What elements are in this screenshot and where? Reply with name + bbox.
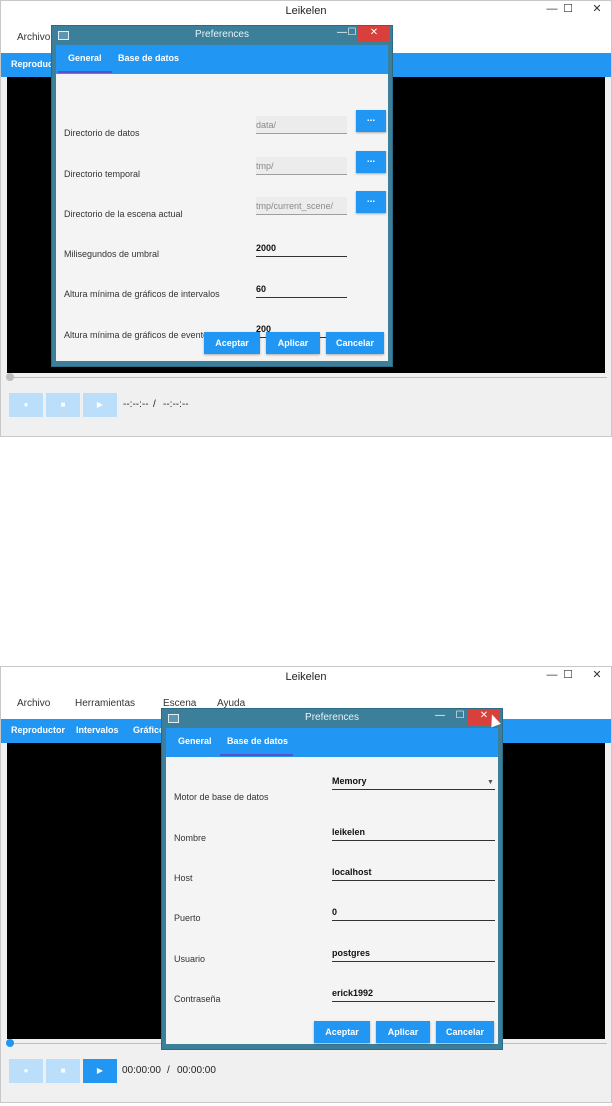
tab-base-de-datos[interactable]: Base de datos bbox=[227, 736, 288, 746]
record-button[interactable]: ● bbox=[9, 393, 43, 417]
label-altura-eventos: Altura mínima de gráficos de eventos bbox=[64, 330, 213, 340]
maximize-button[interactable]: ☐ bbox=[555, 667, 581, 685]
dialog-close-button[interactable]: ✕ bbox=[358, 26, 390, 42]
label-motor: Motor de base de datos bbox=[174, 792, 269, 802]
record-icon: ● bbox=[23, 1066, 29, 1075]
cancelar-button[interactable]: Cancelar bbox=[326, 332, 384, 354]
main-window-database: Leikelen — ☐ ✕ Archivo Herramientas Esce… bbox=[0, 666, 612, 1103]
seek-slider-thumb[interactable] bbox=[6, 1039, 14, 1047]
label-usuario: Usuario bbox=[174, 954, 206, 964]
tab-reproductor[interactable]: Reproductor bbox=[11, 725, 65, 735]
preferences-tab-bar: General Base de datos bbox=[56, 45, 388, 74]
stop-button[interactable]: ■ bbox=[46, 1059, 80, 1083]
label-altura-intervalos: Altura mínima de gráficos de intervalos bbox=[64, 289, 220, 299]
preferences-dialog: Preferences — ☐ ✕ General Base de datos … bbox=[51, 25, 393, 367]
field-nombre[interactable]: leikelen bbox=[332, 823, 495, 841]
dialog-maximize-button[interactable]: ☐ bbox=[450, 709, 470, 725]
play-icon: ▶ bbox=[96, 400, 104, 409]
title-bar: Leikelen — ☐ ✕ bbox=[1, 1, 611, 23]
time-separator: / bbox=[153, 399, 156, 410]
record-icon: ● bbox=[23, 400, 29, 409]
field-directorio-datos[interactable]: data/ bbox=[256, 116, 347, 134]
aplicar-button[interactable]: Aplicar bbox=[376, 1021, 430, 1043]
preferences-tab-bar: General Base de datos bbox=[166, 728, 498, 757]
tab-base-de-datos[interactable]: Base de datos bbox=[118, 53, 179, 63]
browse-temporal-button[interactable]: ... bbox=[356, 151, 386, 173]
field-milisegundos-umbral[interactable]: 2000 bbox=[256, 239, 347, 257]
menu-herramientas[interactable]: Herramientas bbox=[75, 698, 135, 709]
stop-icon: ■ bbox=[60, 400, 66, 409]
current-time: 00:00:00 bbox=[122, 1065, 161, 1076]
aplicar-button[interactable]: Aplicar bbox=[266, 332, 320, 354]
label-contrasena: Contraseña bbox=[174, 994, 221, 1004]
menu-archivo[interactable]: Archivo bbox=[17, 32, 50, 43]
record-button[interactable]: ● bbox=[9, 1059, 43, 1083]
main-window-general: Leikelen — ☐ ✕ Archivo Reproduc ● ■ ▶ --… bbox=[0, 0, 612, 437]
menu-archivo[interactable]: Archivo bbox=[17, 698, 50, 709]
stop-button[interactable]: ■ bbox=[46, 393, 80, 417]
tab-general[interactable]: General bbox=[178, 736, 212, 746]
field-altura-intervalos[interactable]: 60 bbox=[256, 280, 347, 298]
play-button[interactable]: ▶ bbox=[83, 393, 117, 417]
select-motor[interactable]: Memory bbox=[332, 772, 495, 790]
label-directorio-escena: Directorio de la escena actual bbox=[64, 209, 183, 219]
chevron-down-icon[interactable]: ▼ bbox=[487, 779, 494, 786]
dialog-minimize-button[interactable]: — bbox=[430, 709, 450, 725]
field-puerto[interactable]: 0 bbox=[332, 903, 495, 921]
field-usuario[interactable]: postgres bbox=[332, 944, 495, 962]
browse-datos-button[interactable]: ... bbox=[356, 110, 386, 132]
current-time: --:--:-- bbox=[123, 399, 149, 410]
tab-general[interactable]: General bbox=[68, 53, 102, 63]
stop-icon: ■ bbox=[60, 1066, 66, 1075]
time-separator: / bbox=[167, 1065, 170, 1076]
cancelar-button[interactable]: Cancelar bbox=[436, 1021, 494, 1043]
active-tab-indicator bbox=[58, 71, 112, 73]
dialog-body: General Base de datos Motor de base de d… bbox=[166, 728, 498, 1044]
maximize-button[interactable]: ☐ bbox=[555, 1, 581, 19]
play-icon: ▶ bbox=[96, 1066, 104, 1075]
total-time: --:--:-- bbox=[163, 399, 189, 410]
window-title: Leikelen bbox=[285, 671, 327, 683]
field-directorio-temporal[interactable]: tmp/ bbox=[256, 157, 347, 175]
dialog-body: General Base de datos Directorio de dato… bbox=[56, 45, 388, 361]
label-nombre: Nombre bbox=[174, 833, 207, 843]
play-button[interactable]: ▶ bbox=[83, 1059, 117, 1083]
aceptar-button[interactable]: Aceptar bbox=[314, 1021, 370, 1043]
tab-reproductor[interactable]: Reproduc bbox=[11, 59, 53, 69]
field-directorio-escena[interactable]: tmp/current_scene/ bbox=[256, 197, 347, 215]
close-button[interactable]: ✕ bbox=[584, 1, 610, 19]
label-puerto: Puerto bbox=[174, 913, 201, 923]
title-bar: Leikelen — ☐ ✕ bbox=[1, 667, 611, 689]
field-contrasena[interactable]: erick1992 bbox=[332, 984, 495, 1002]
label-host: Host bbox=[174, 873, 193, 883]
active-tab-indicator bbox=[220, 754, 293, 756]
total-time: 00:00:00 bbox=[177, 1065, 216, 1076]
seek-slider[interactable] bbox=[9, 377, 607, 378]
aceptar-button[interactable]: Aceptar bbox=[204, 332, 260, 354]
preferences-dialog: Preferences — ☐ ✕ General Base de datos … bbox=[161, 708, 503, 1050]
field-host[interactable]: localhost bbox=[332, 863, 495, 881]
label-milisegundos-umbral: Milisegundos de umbral bbox=[64, 249, 160, 259]
label-directorio-datos: Directorio de datos bbox=[64, 128, 140, 138]
browse-escena-button[interactable]: ... bbox=[356, 191, 386, 213]
select-motor-value: Memory bbox=[332, 776, 367, 786]
close-button[interactable]: ✕ bbox=[584, 667, 610, 685]
window-title: Leikelen bbox=[285, 5, 327, 17]
label-directorio-temporal: Directorio temporal bbox=[64, 169, 141, 179]
tab-intervalos[interactable]: Intervalos bbox=[76, 725, 119, 735]
seek-slider-thumb[interactable] bbox=[6, 373, 14, 381]
